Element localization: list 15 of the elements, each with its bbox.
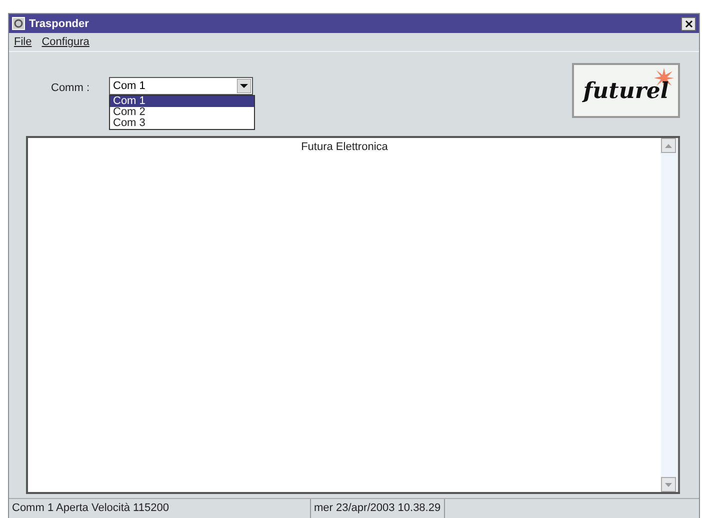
close-button[interactable] xyxy=(681,16,696,30)
output-line: Futura Elettronica xyxy=(301,141,388,153)
window-title: Trasponder xyxy=(29,18,90,30)
down-arrow-icon xyxy=(665,482,672,486)
status-pane: mer 23/apr/2003 10.38.29 xyxy=(311,499,445,518)
up-arrow-icon xyxy=(665,144,672,148)
app-icon xyxy=(12,17,25,30)
status-pane: Comm 1 Aperta Velocità 115200 xyxy=(9,499,311,518)
dropdown-arrow-icon xyxy=(237,79,251,93)
comm-label: Comm : xyxy=(51,82,90,94)
logo: futurel xyxy=(572,63,680,118)
dropdown-option[interactable]: Com 1 xyxy=(110,96,254,107)
close-icon xyxy=(684,20,692,28)
menu-item[interactable]: File xyxy=(14,36,32,48)
menu-item[interactable]: Configura xyxy=(42,36,90,48)
